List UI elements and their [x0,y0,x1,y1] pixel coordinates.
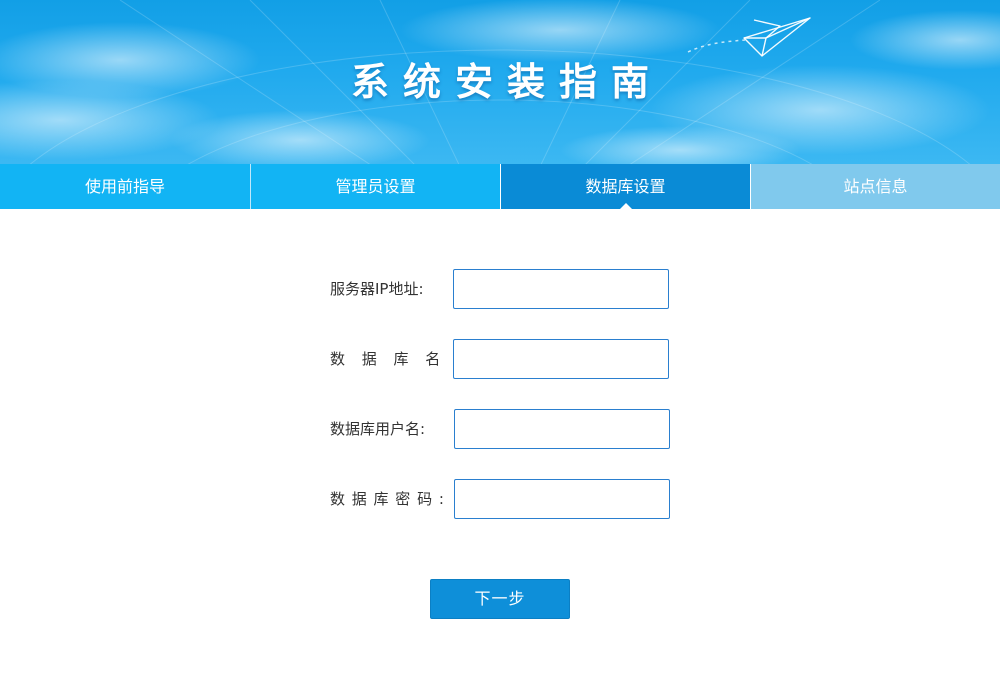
header-banner: 系统安装指南 [0,0,1000,164]
tab-label: 使用前指导 [84,177,165,196]
tab-label: 站点信息 [843,177,908,196]
form-row-database-password: 数 据 库 密 码 : [0,479,1000,519]
tab-database-settings[interactable]: 数据库设置 [500,164,750,209]
tab-pre-use-guide[interactable]: 使用前指导 [0,164,250,209]
database-name-label: 数 据 库 名 : [330,350,469,368]
database-password-label: 数 据 库 密 码 : [330,490,445,508]
tab-label: 管理员设置 [335,177,416,196]
tab-site-info[interactable]: 站点信息 [750,164,1000,209]
server-ip-label: 服务器IP地址: [330,280,424,298]
form-row-server-ip: 服务器IP地址: [0,269,1000,309]
paper-plane-icon [743,17,811,57]
page-title: 系统安装指南 [350,60,663,104]
database-user-label: 数据库用户名: [330,420,426,438]
step-tabs: 使用前指导 管理员设置 数据库设置 站点信息 [0,164,1000,209]
database-password-input[interactable] [454,479,670,519]
next-step-button[interactable]: 下一步 [430,579,570,619]
tab-admin-settings[interactable]: 管理员设置 [250,164,500,209]
form-row-database-user: 数据库用户名: [0,409,1000,449]
server-ip-input[interactable] [453,269,669,309]
database-user-input[interactable] [454,409,670,449]
database-name-input[interactable] [453,339,669,379]
form-row-database-name: 数 据 库 名 : [0,339,1000,379]
install-guide-page: 系统安装指南 使用前指导 管理员设置 数据库设置 站点信息 服务器IP地址: 数… [0,0,1000,700]
tab-label: 数据库设置 [585,177,666,196]
active-tab-caret-icon [619,203,632,209]
